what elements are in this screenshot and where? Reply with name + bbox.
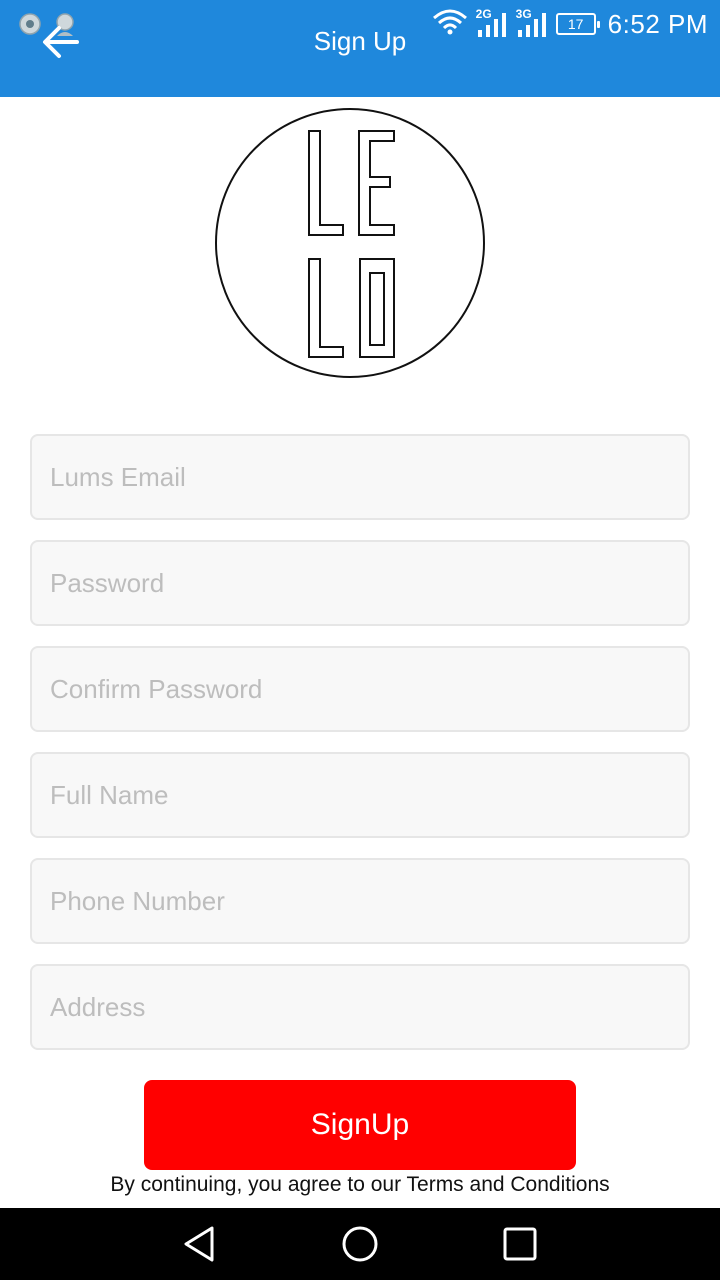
confirm-password-input[interactable]	[50, 673, 670, 705]
recents-square-icon[interactable]	[500, 1224, 540, 1264]
home-circle-icon[interactable]	[340, 1224, 380, 1264]
signup-button[interactable]: SignUp	[144, 1080, 576, 1170]
address-field[interactable]	[30, 964, 690, 1050]
phone-number-field[interactable]	[30, 858, 690, 944]
full-name-field[interactable]	[30, 752, 690, 838]
system-nav-bar	[0, 1208, 720, 1280]
full-name-input[interactable]	[50, 779, 670, 811]
address-input[interactable]	[50, 991, 670, 1023]
app-bar: 2G 3G 17 6:52 PM Sign Up	[0, 0, 720, 97]
email-field[interactable]	[30, 434, 690, 520]
confirm-password-field[interactable]	[30, 646, 690, 732]
terms-text: By continuing, you agree to our Terms an…	[110, 1173, 610, 1196]
back-triangle-icon[interactable]	[180, 1224, 220, 1264]
password-input[interactable]	[50, 567, 670, 599]
phone-number-input[interactable]	[50, 885, 670, 917]
email-input[interactable]	[50, 461, 670, 493]
lelo-logo	[214, 107, 486, 379]
page-title: Sign Up	[313, 26, 407, 56]
password-field[interactable]	[30, 540, 690, 626]
